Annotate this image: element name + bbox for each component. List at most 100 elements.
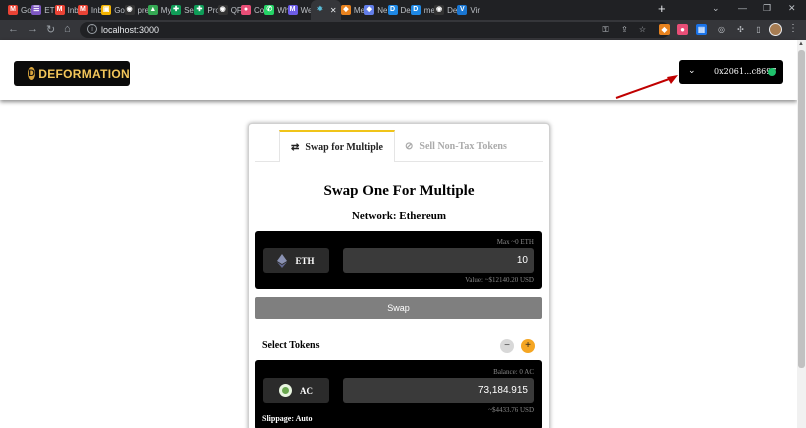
tab-swap-label: Swap for Multiple <box>305 141 383 153</box>
max-balance: Max ~0 ETH <box>496 238 534 246</box>
eth-icon <box>277 253 288 268</box>
browser-tab-label: Ne <box>377 5 388 15</box>
page-title: Swap One For Multiple <box>323 183 475 199</box>
network-label: Network: Ethereum <box>351 210 447 222</box>
swap-card: ⇄ Swap for Multiple ⊘ Sell Non-Tax Token… <box>248 123 550 428</box>
back-icon[interactable]: ← <box>8 23 19 35</box>
wallet-button[interactable]: ⌄ 0x2061...c8697 <box>679 60 783 84</box>
restore-icon[interactable]: ❐ <box>763 3 771 14</box>
to-token-selector[interactable]: AC <box>263 378 329 403</box>
minimize-icon[interactable]: — <box>738 3 747 13</box>
browser-tab-label: Go <box>21 5 32 15</box>
remove-token-button[interactable]: − <box>500 339 514 353</box>
browser-tab[interactable]: ◆ Ne <box>364 2 387 18</box>
browser-tab[interactable]: M Inb <box>54 2 79 18</box>
gmail-icon: M <box>54 5 65 15</box>
swap-button[interactable]: Swap <box>255 297 542 319</box>
select-tokens-label: Select Tokens <box>262 340 320 351</box>
page-scrollbar[interactable]: ▲ <box>797 40 806 428</box>
add-token-button[interactable]: + <box>521 339 535 353</box>
ac-token-icon <box>279 384 292 397</box>
sidepanel-icon[interactable]: ▯ <box>753 24 764 35</box>
chevron-down-icon[interactable]: ⌄ <box>712 3 720 14</box>
sheets-icon: ✚ <box>194 5 205 15</box>
browser-tab[interactable]: M Go <box>8 2 32 18</box>
to-amount-input[interactable]: 73,184.915 <box>343 378 534 403</box>
share-icon[interactable]: ⇪ <box>619 24 630 35</box>
gmail-icon: M <box>77 5 88 15</box>
browser-tab[interactable]: Dme <box>410 2 435 18</box>
drive-icon: ▲ <box>147 5 158 15</box>
browser-tab-label: Co <box>254 5 265 15</box>
browser-tab[interactable]: ◉ De <box>434 2 457 18</box>
whatsapp-icon: ✆ <box>264 5 275 15</box>
github-icon: ◉ <box>217 5 228 15</box>
browser-tab[interactable]: ☰ ETI <box>31 2 57 18</box>
browser-tab[interactable]: ✚ Pro <box>194 2 220 18</box>
web-icon: M <box>287 5 298 15</box>
profile-avatar[interactable] <box>769 23 782 36</box>
github-icon: ◉ <box>434 5 445 15</box>
site-info-icon[interactable]: i <box>87 24 97 34</box>
browser-tab[interactable]: ✚ Se <box>171 2 194 18</box>
mode-tabs: ⇄ Swap for Multiple ⊘ Sell Non-Tax Token… <box>255 130 543 162</box>
metamask-icon: ◆ <box>340 5 351 15</box>
note-icon: ▣ <box>101 5 112 15</box>
from-token-panel: Max ~0 ETH ETH 10 Value: ~$12140.20 USD <box>255 231 542 289</box>
browser-tab[interactable]: M We <box>287 2 312 18</box>
eth-icon: ◆ <box>364 5 375 15</box>
sheets-icon: ✚ <box>171 5 182 15</box>
browser-tab[interactable]: V Vir <box>457 2 480 18</box>
browser-tab-label: My <box>160 5 172 15</box>
annotation-arrow <box>615 75 678 99</box>
browser-tab[interactable]: ✆ Wh <box>264 2 289 18</box>
d-icon: D <box>387 5 398 15</box>
browser-tab-label: De <box>447 5 458 15</box>
tab-swap-multiple[interactable]: ⇄ Swap for Multiple <box>279 130 395 162</box>
record-extension-icon[interactable]: ◎ <box>716 24 727 35</box>
to-value-usd: ~$4433.76 USD <box>488 406 534 414</box>
browser-tab[interactable]: ▲ My <box>147 2 172 18</box>
key-icon[interactable]: ⚿ <box>600 24 611 35</box>
close-tab-icon[interactable]: ✕ <box>330 6 337 15</box>
to-balance: Balance: 0 AC <box>493 368 534 376</box>
extension-icon[interactable]: ▦ <box>696 24 707 35</box>
metamask-extension-icon[interactable]: ◆ <box>659 24 670 35</box>
scroll-up-icon[interactable]: ▲ <box>798 41 804 47</box>
browser-tab[interactable]: ▣ Go <box>101 2 125 18</box>
close-window-icon[interactable]: ✕ <box>788 3 796 14</box>
reload-icon[interactable]: ↻ <box>46 23 55 36</box>
color-extension-icon[interactable]: ● <box>677 24 688 35</box>
tab-sell-non-tax[interactable]: ⊘ Sell Non-Tax Tokens <box>405 130 507 162</box>
v-icon: V <box>457 5 468 15</box>
logo[interactable]: D DEFORMATION <box>14 61 130 86</box>
browser-tab[interactable]: D De <box>387 2 411 18</box>
d-icon: D <box>410 5 421 15</box>
browser-tab[interactable]: ◉ QF <box>217 2 242 18</box>
doc-icon: ☰ <box>31 5 42 15</box>
from-token-symbol: ETH <box>295 255 315 266</box>
browser-tab[interactable]: ◉ pre <box>124 2 149 18</box>
tab-sell-label: Sell Non-Tax Tokens <box>419 140 507 152</box>
browser-tab-active[interactable]: ⚛ ✕ <box>310 0 341 20</box>
browser-tab[interactable]: ◆ Me <box>340 2 365 18</box>
new-tab-button[interactable]: + <box>658 1 666 16</box>
chevron-down-icon: ⌄ <box>688 65 696 75</box>
swap-arrows-icon: ⇄ <box>291 141 300 153</box>
home-icon[interactable]: ⌂ <box>64 23 71 35</box>
forward-icon[interactable]: → <box>27 23 38 35</box>
browser-tab[interactable]: M Inb <box>77 2 102 18</box>
from-token-selector[interactable]: ETH <box>263 248 329 273</box>
scroll-thumb[interactable] <box>798 50 805 368</box>
menu-kebab-icon[interactable]: ⋮ <box>788 23 798 34</box>
bookmark-star-icon[interactable]: ☆ <box>637 24 648 35</box>
from-amount-input[interactable]: 10 <box>343 248 534 273</box>
browser-tab[interactable]: ● Co <box>241 2 264 18</box>
logo-mark-icon: D <box>28 67 36 80</box>
address-bar[interactable]: i localhost:3000 <box>80 22 670 38</box>
browser-tab-bar: + ⌄ — ❐ ✕ M Go ☰ ETI M Inb M Inb ▣ Go ◉ pre ▲ My ✚ Se ✚ Pro ◉ QF… <box>0 0 806 20</box>
to-token-panel: Balance: 0 AC AC 73,184.915 ~$4433.76 US… <box>255 360 542 428</box>
browser-tab-label: Se <box>184 5 194 15</box>
browser-tab-label: Vir <box>470 5 481 15</box>
puzzle-icon[interactable]: ✣ <box>735 24 746 35</box>
